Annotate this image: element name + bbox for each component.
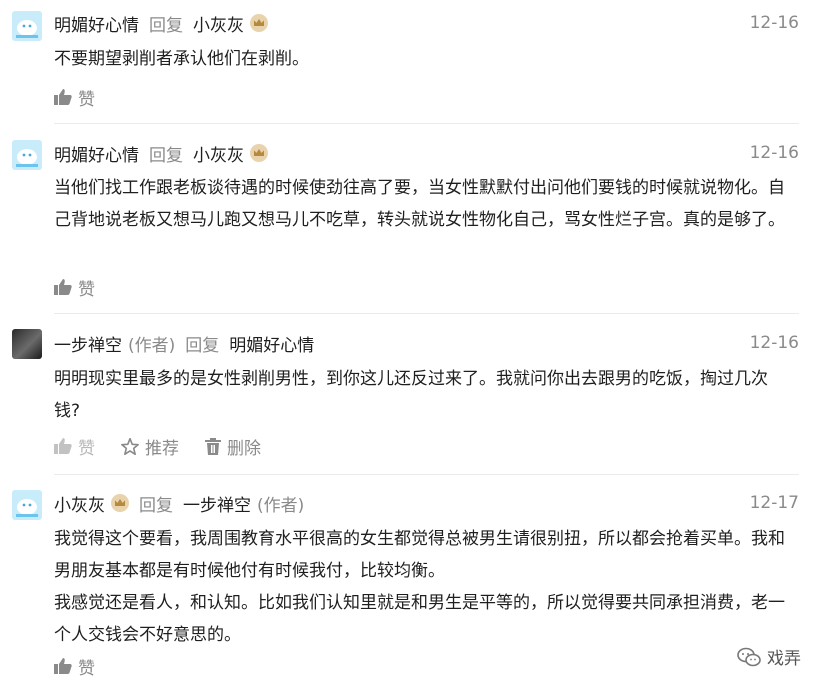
reply-label[interactable]: 回复	[149, 141, 183, 166]
comment-date: 12-16	[749, 333, 799, 353]
like-button[interactable]: 赞	[54, 275, 95, 300]
thumbs-up-icon	[54, 279, 72, 295]
comment-actions: 赞 推荐 删除	[54, 434, 287, 459]
divider	[54, 123, 799, 124]
reply-target-name[interactable]: 小灰灰	[193, 141, 244, 166]
comment-text: 不要期望剥削者承认他们在剥削。	[54, 49, 309, 69]
comment-text: 明明现实里最多的是女性剥削男性，到你这儿还反过来了。我就问你出去跟男的吃饭，掏过…	[54, 369, 768, 421]
crown-badge-icon	[250, 144, 268, 162]
reply-label[interactable]: 回复	[149, 11, 183, 36]
wechat-watermark: 戏弄	[737, 644, 801, 669]
comment-date: 12-16	[749, 13, 799, 33]
author-name[interactable]: 明媚好心情	[54, 141, 139, 166]
comment-text: 我觉得这个要看，我周围教育水平很高的女生都觉得总被男生请很别扭，所以都会抢着买单…	[54, 529, 785, 581]
comment-actions: 赞	[54, 85, 121, 110]
like-label: 赞	[78, 438, 95, 459]
comment-header: 一步禅空 (作者) 回复 明媚好心情 12-16	[54, 330, 799, 356]
trash-icon	[205, 437, 221, 455]
watermark-text: 戏弄	[767, 649, 801, 669]
avatar[interactable]	[12, 11, 42, 41]
reply-target-name[interactable]: 小灰灰	[193, 11, 244, 36]
divider	[54, 474, 799, 475]
comment-actions: 赞	[54, 275, 121, 300]
reply-target-name[interactable]: 一步禅空	[183, 491, 251, 516]
comment-header: 小灰灰 回复 一步禅空 (作者) 12-17	[54, 490, 799, 516]
star-icon	[121, 437, 139, 455]
like-button[interactable]: 赞	[54, 85, 95, 110]
author-name[interactable]: 明媚好心情	[54, 11, 139, 36]
author-tag: (作者)	[128, 335, 176, 356]
reply-label[interactable]: 回复	[139, 491, 173, 516]
reply-label[interactable]: 回复	[185, 331, 219, 356]
like-button[interactable]: 赞	[54, 654, 95, 679]
comment-date: 12-17	[749, 493, 799, 513]
crown-badge-icon	[250, 14, 268, 32]
author-name[interactable]: 一步禅空	[54, 331, 122, 356]
divider	[54, 313, 799, 314]
like-label: 赞	[78, 658, 95, 679]
comment-date: 12-16	[749, 143, 799, 163]
reply-target-name[interactable]: 明媚好心情	[229, 331, 314, 356]
recommend-label: 推荐	[145, 438, 179, 459]
thumbs-up-icon	[54, 438, 72, 454]
thumbs-up-icon	[54, 658, 72, 674]
author-name[interactable]: 小灰灰	[54, 491, 105, 516]
like-label: 赞	[78, 89, 95, 110]
thumbs-up-icon	[54, 89, 72, 105]
delete-button[interactable]: 删除	[205, 434, 261, 459]
wechat-icon	[737, 647, 761, 666]
crown-badge-icon	[111, 494, 129, 512]
reply-target-tag: (作者)	[257, 495, 305, 516]
delete-label: 删除	[227, 438, 261, 459]
comment-header: 明媚好心情 回复 小灰灰 12-16	[54, 140, 799, 166]
avatar[interactable]	[12, 490, 42, 520]
comment-actions: 赞	[54, 654, 121, 679]
recommend-button[interactable]: 推荐	[121, 434, 179, 459]
comment-header: 明媚好心情 回复 小灰灰 12-16	[54, 10, 799, 36]
avatar[interactable]	[12, 329, 42, 359]
like-label: 赞	[78, 279, 95, 300]
like-button[interactable]: 赞	[54, 434, 95, 459]
avatar[interactable]	[12, 140, 42, 170]
comment-text: 当他们找工作跟老板谈待遇的时候使劲往高了要，当女性默默付出问他们要钱的时候就说物…	[54, 178, 785, 230]
comment-text-paragraph-2: 我感觉还是看人，和认知。比如我们认知里就是和男生是平等的，所以觉得要共同承担消费…	[54, 593, 785, 645]
